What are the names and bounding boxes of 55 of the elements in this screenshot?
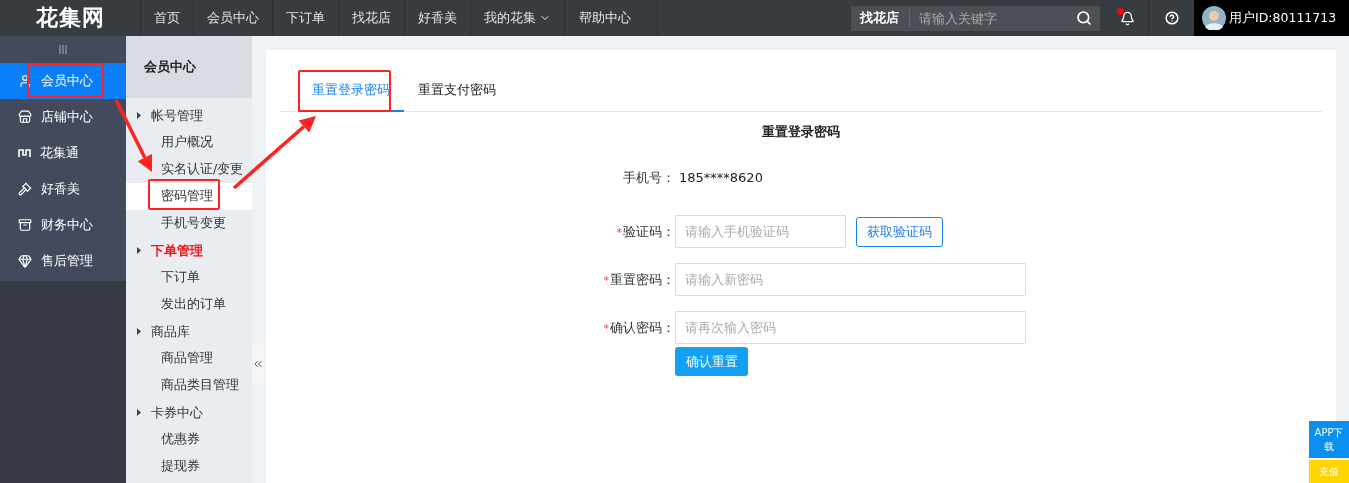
submenu-group[interactable]: 商品库 [126,318,252,345]
input-field[interactable]: 请再次输入密码 [675,311,1026,344]
submenu-item[interactable]: 优惠券 [126,426,252,453]
nav-link[interactable]: 我的花集 [470,0,564,36]
caret-icon [137,247,141,254]
search-field[interactable]: 找花店 请输入关键字 [851,5,1100,31]
submenu-item[interactable]: 商品类目管理 [126,372,252,399]
tab[interactable]: 重置登录密码 [298,70,404,112]
sidebar-item[interactable]: 好香美 [0,171,126,207]
field-label: *重置密码： [602,270,675,289]
nav-link[interactable]: 帮助中心 [564,0,658,36]
gavel-icon [18,182,32,196]
nav-link[interactable]: 下订单 [272,0,338,36]
submenu-group[interactable]: 帐号管理 [126,102,252,129]
get-code-button[interactable]: 获取验证码 [856,216,943,247]
submenu-title: 会员中心 [126,36,252,98]
submenu-item[interactable]: 用户概况 [126,129,252,156]
avatar[interactable] [1202,6,1226,30]
box-icon [18,218,32,232]
search-scope[interactable]: 找花店 [859,9,910,27]
submenu-item[interactable]: 商品管理 [126,345,252,372]
caret-icon [137,409,141,416]
gem-icon [18,254,32,268]
caret-icon [137,112,141,119]
tab[interactable]: 重置支付密码 [404,70,510,112]
user-icon [18,74,32,88]
sidebar-item[interactable]: 花集通 [0,135,126,171]
link-icon [18,148,31,158]
nav-link[interactable]: 找花店 [338,0,404,36]
input-field[interactable]: 请输入新密码 [675,263,1026,296]
submenu-group[interactable]: 卡券中心 [126,399,252,426]
field-label: *验证码： [615,222,675,241]
field-label: 手机号： [622,168,675,187]
submenu-item[interactable]: 手机号变更 [126,210,252,237]
sidebar-item[interactable]: 财务中心 [0,207,126,243]
submenu-group[interactable]: 下单管理 [126,237,252,264]
submenu-item[interactable]: 实名认证/变更 [126,156,252,183]
store-icon [18,110,32,124]
logo[interactable]: 花集网 [0,0,140,36]
submenu-item[interactable]: 提现券 [126,453,252,480]
nav-link[interactable]: 好香美 [404,0,470,36]
chevrons-left-icon [252,358,264,370]
form-title: 重置登录密码 [762,123,840,141]
sidebar-item[interactable]: 售后管理 [0,243,126,279]
caret-icon [137,328,141,335]
phone-number: 185****8620 [679,170,763,185]
search-button[interactable] [1076,10,1092,26]
field-label: *确认密码： [602,318,675,337]
sidebar-item[interactable]: 店铺中心 [0,99,126,135]
submenu-item[interactable]: 下订单 [126,264,252,291]
sidebar-item[interactable]: 会员中心 [0,63,126,99]
input-field[interactable]: 请输入手机验证码 [675,215,846,248]
help-icon [1164,11,1179,25]
submenu-item[interactable]: 发出的订单 [126,291,252,318]
bell-icon [1119,10,1135,26]
